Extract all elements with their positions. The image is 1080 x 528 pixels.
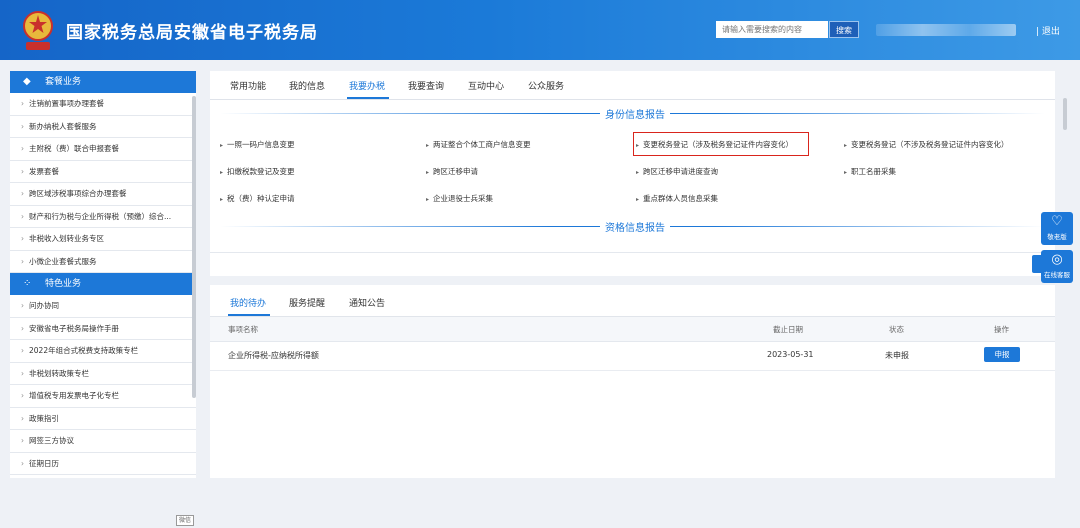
active-tab-indicator (347, 97, 389, 99)
link-tax-type-determination[interactable]: 税（费）种认定申请 (220, 193, 295, 204)
user-info-blurred (876, 24, 1016, 36)
search-input[interactable] (716, 21, 828, 38)
tab-public-service[interactable]: 公众服务 (528, 79, 564, 92)
sidebar-section-featured[interactable]: ⁘ 特色业务 (10, 273, 196, 295)
cell-status: 未申报 (885, 351, 909, 360)
tab-my-info[interactable]: 我的信息 (289, 79, 325, 92)
panel-scrollbar[interactable] (1063, 98, 1067, 130)
sidebar-item[interactable]: 问办协同 (10, 295, 196, 318)
search-button[interactable]: 搜索 (829, 21, 859, 38)
sidebar-item[interactable]: 非税划转政策专栏 (10, 363, 196, 385)
col-status: 状态 (889, 325, 904, 334)
tab-query[interactable]: 我要查询 (408, 79, 444, 92)
logout-link[interactable]: | 退出 (1036, 24, 1060, 37)
panel-divider (210, 252, 1055, 253)
sidebar-scrollbar[interactable] (192, 96, 196, 398)
declare-button[interactable]: 申报 (984, 347, 1020, 362)
tab-my-todo[interactable]: 我的待办 (230, 296, 266, 309)
wechat-watermark: 微信 (176, 515, 195, 526)
sidebar-item[interactable]: 小微企业套餐式服务 (10, 251, 196, 273)
top-header: 国家税务总局安徽省电子税务局 搜索 | 退出 (0, 0, 1080, 60)
todo-panel: 我的待办 服务提醒 通知公告 事项名称 截止日期 状态 操作 企业所得税-应纳税… (210, 285, 1055, 478)
sidebar-item[interactable]: 主附税（费）联合申报套餐 (10, 138, 196, 161)
tab-notices[interactable]: 通知公告 (349, 296, 385, 309)
col-action: 操作 (994, 325, 1009, 334)
sidebar-item[interactable]: 安徽省电子税务局操作手册 (10, 318, 196, 340)
link-employee-roster[interactable]: 职工名册采集 (844, 166, 896, 177)
col-deadline: 截止日期 (773, 325, 803, 334)
main-tabs: 常用功能 我的信息 我要办税 我要查询 互动中心 公众服务 (210, 71, 1055, 100)
link-change-registration-no-cert[interactable]: 变更税务登记（不涉及税务登记证件内容变化） (844, 139, 1009, 150)
table-header: 事项名称 截止日期 状态 操作 (210, 317, 1055, 342)
sidebar: ◆ 套餐业务 注销前置事项办理套餐 新办纳税人套餐服务 主附税（费）联合申报套餐… (10, 71, 196, 478)
sidebar-item[interactable]: 征期日历 (10, 453, 196, 475)
sidebar-section-label: 套餐业务 (45, 77, 82, 87)
heart-hand-icon: ♡ (1051, 214, 1063, 229)
sidebar-item[interactable]: 政策指引 (10, 408, 196, 430)
link-veteran-collection[interactable]: 企业退役士兵采集 (426, 193, 493, 204)
highlight-box (633, 132, 809, 156)
sidebar-item[interactable]: 2022年组合式税费支持政策专栏 (10, 340, 196, 363)
section-identity-report: 身份信息报告 (600, 106, 670, 121)
tax-emblem-logo (23, 11, 53, 50)
collapse-tab[interactable] (1032, 255, 1041, 273)
service-panel: 常用功能 我的信息 我要办税 我要查询 互动中心 公众服务 身份信息报告 一照一… (210, 71, 1055, 276)
sidebar-item[interactable]: 非税收入划转业务专区 (10, 228, 196, 251)
sidebar-item[interactable]: 发票套餐 (10, 161, 196, 183)
grid-icon: ⁘ (23, 278, 32, 289)
sidebar-item[interactable]: 增值税专用发票电子化专栏 (10, 385, 196, 408)
active-todo-tab-indicator (228, 314, 270, 316)
sidebar-item[interactable]: 新办纳税人套餐服务 (10, 116, 196, 138)
link-migration-progress-query[interactable]: 跨区迁移申请进度查询 (636, 166, 718, 177)
sidebar-item[interactable]: 跨区域涉税事项综合办理套餐 (10, 183, 196, 206)
link-unified-code-change[interactable]: 一照一码户信息变更 (220, 139, 295, 150)
tab-common[interactable]: 常用功能 (230, 79, 266, 92)
sidebar-item[interactable]: 网签三方协议 (10, 430, 196, 453)
sidebar-item[interactable]: 注销前置事项办理套餐 (10, 93, 196, 116)
headset-icon: ◎ (1051, 252, 1063, 267)
row-divider (210, 370, 1055, 371)
sidebar-section-packages[interactable]: ◆ 套餐业务 (10, 71, 196, 93)
layers-icon: ◆ (23, 76, 31, 87)
online-service-button[interactable]: ◎ 在线客服 (1041, 250, 1073, 283)
sidebar-section-label: 特色业务 (45, 279, 82, 289)
section-qualification-report: 资格信息报告 (600, 219, 670, 234)
tab-tax-handling[interactable]: 我要办税 (349, 79, 385, 92)
sidebar-item[interactable]: 财产和行为税与企业所得税（预缴）综合... (10, 206, 196, 228)
link-cross-region-migration[interactable]: 跨区迁移申请 (426, 166, 478, 177)
cell-item-name[interactable]: 企业所得税-应纳税所得额 (228, 350, 319, 361)
tab-interaction[interactable]: 互动中心 (468, 79, 504, 92)
link-individual-business-change[interactable]: 两证整合个体工商户信息变更 (426, 139, 531, 150)
elder-mode-button[interactable]: ♡ 敬老版 (1041, 212, 1073, 245)
tab-service-reminder[interactable]: 服务提醒 (289, 296, 325, 309)
link-withholding-registration[interactable]: 扣缴税款登记及变更 (220, 166, 295, 177)
link-key-group-collection[interactable]: 重点群体人员信息采集 (636, 193, 718, 204)
col-item-name: 事项名称 (228, 325, 258, 334)
cell-deadline: 2023-05-31 (767, 350, 814, 359)
site-title: 国家税务总局安徽省电子税务局 (66, 23, 318, 43)
